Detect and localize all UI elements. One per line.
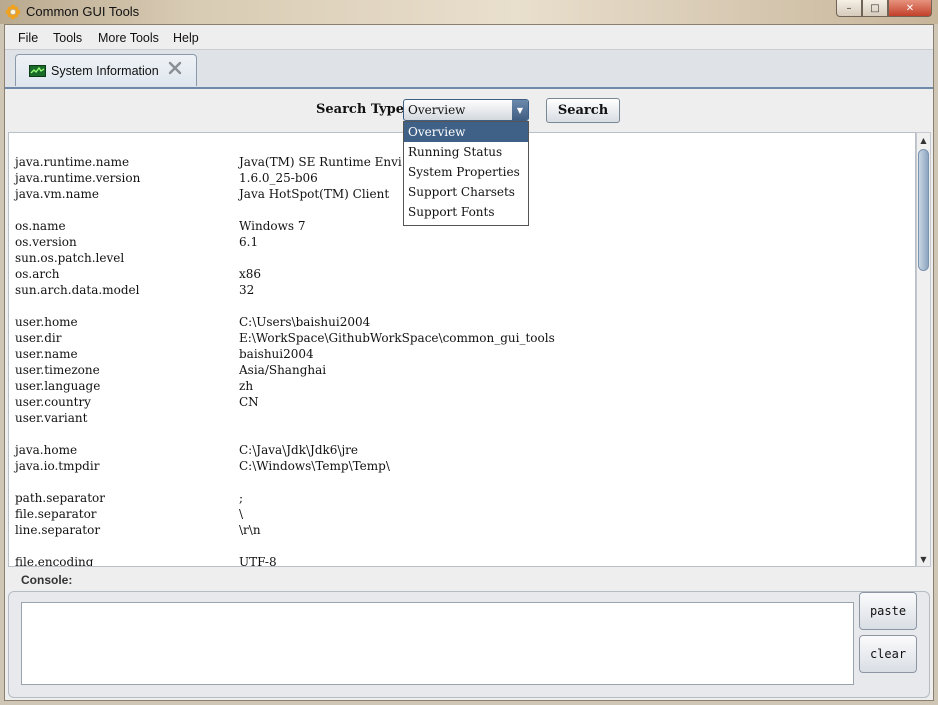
property-value: C:\Java\Jdk\Jdk6\jre	[239, 443, 359, 457]
property-key: user.timezone	[15, 363, 100, 377]
property-key: file.separator	[15, 507, 97, 521]
property-key: line.separator	[15, 523, 101, 537]
property-key: java.runtime.version	[15, 171, 141, 185]
search-type-select[interactable]: Overview ▼	[403, 99, 529, 121]
property-key: os.version	[15, 235, 77, 249]
console-panel: paste clear	[8, 591, 930, 698]
property-key: file.encoding	[15, 555, 94, 567]
close-tab-icon[interactable]	[168, 61, 182, 75]
property-value: Asia/Shanghai	[239, 363, 327, 377]
scrollbar-thumb[interactable]	[918, 149, 929, 271]
window-title: Common GUI Tools	[26, 4, 140, 19]
console-label: Console:	[21, 573, 73, 587]
property-value: 32	[239, 283, 255, 297]
minimize-button[interactable]: –	[836, 0, 862, 17]
search-button[interactable]: Search	[546, 98, 620, 123]
search-type-dropdown: Overview Running Status System Propertie…	[403, 121, 529, 226]
close-window-button[interactable]: ✕	[888, 0, 932, 17]
vertical-scrollbar[interactable]: ▲ ▼	[916, 132, 931, 567]
property-key: user.home	[15, 315, 78, 329]
property-value: baishui2004	[239, 347, 314, 361]
paste-button[interactable]: paste	[859, 592, 917, 630]
menu-more-tools[interactable]: More Tools	[98, 31, 159, 45]
property-value: 6.1	[239, 235, 259, 249]
dropdown-option-support-fonts[interactable]: Support Fonts	[404, 202, 528, 222]
property-key: os.arch	[15, 267, 60, 281]
property-value: zh	[239, 379, 254, 393]
property-key: os.name	[15, 219, 66, 233]
dropdown-option-support-charsets[interactable]: Support Charsets	[404, 182, 528, 202]
property-value: UTF-8	[239, 555, 277, 567]
monitor-chart-icon	[29, 65, 46, 77]
property-key: user.variant	[15, 411, 88, 425]
property-value: CN	[239, 395, 259, 409]
menu-tools[interactable]: Tools	[53, 31, 82, 45]
property-key: user.name	[15, 347, 78, 361]
property-value: ;	[239, 491, 244, 505]
window-controls: – □ ✕	[836, 0, 932, 18]
app-logo-icon	[5, 4, 21, 20]
maximize-button[interactable]: □	[862, 0, 888, 17]
property-value: \	[239, 507, 244, 521]
property-key: path.separator	[15, 491, 105, 505]
app-client-area: File Tools More Tools Help System Inform…	[4, 24, 934, 701]
property-value: \r\n	[239, 523, 261, 537]
dropdown-option-overview[interactable]: Overview	[404, 122, 528, 142]
property-value: 1.6.0_25-b06	[239, 171, 318, 185]
property-key: user.language	[15, 379, 101, 393]
menu-bar: File Tools More Tools Help	[5, 25, 933, 49]
property-key: sun.arch.data.model	[15, 283, 140, 297]
tab-strip: System Information	[5, 49, 933, 88]
dropdown-option-system-properties[interactable]: System Properties	[404, 162, 528, 182]
search-type-value: Overview	[408, 103, 466, 117]
system-information-panel: Search Type: Overview ▼ Search java.runt…	[5, 87, 933, 700]
scroll-up-icon[interactable]: ▲	[917, 133, 930, 147]
property-key: java.runtime.name	[15, 155, 130, 169]
menu-file[interactable]: File	[18, 31, 38, 45]
property-key: java.io.tmpdir	[15, 459, 100, 473]
search-type-label: Search Type:	[316, 102, 409, 117]
property-value: Java(TM) SE Runtime Envi	[239, 155, 402, 169]
property-key: sun.os.patch.level	[15, 251, 125, 265]
console-input[interactable]	[21, 602, 854, 685]
property-key: user.country	[15, 395, 91, 409]
property-value: C:\Windows\Temp\Temp\	[239, 459, 390, 473]
chevron-down-icon[interactable]: ▼	[512, 100, 528, 120]
property-key: java.home	[15, 443, 78, 457]
tab-system-information[interactable]: System Information	[15, 54, 197, 86]
property-key: user.dir	[15, 331, 62, 345]
scroll-down-icon[interactable]: ▼	[917, 552, 930, 566]
menu-help[interactable]: Help	[173, 31, 199, 45]
property-key: java.vm.name	[15, 187, 99, 201]
property-value: E:\WorkSpace\GithubWorkSpace\common_gui_…	[239, 331, 555, 345]
clear-button[interactable]: clear	[859, 635, 917, 673]
property-value: x86	[239, 267, 262, 281]
property-value: Java HotSpot(TM) Client	[239, 187, 390, 201]
property-value: C:\Users\baishui2004	[239, 315, 371, 329]
title-bar: Common GUI Tools – □ ✕	[0, 0, 938, 24]
dropdown-option-running-status[interactable]: Running Status	[404, 142, 528, 162]
property-value: Windows 7	[239, 219, 306, 233]
tab-label: System Information	[51, 64, 159, 78]
